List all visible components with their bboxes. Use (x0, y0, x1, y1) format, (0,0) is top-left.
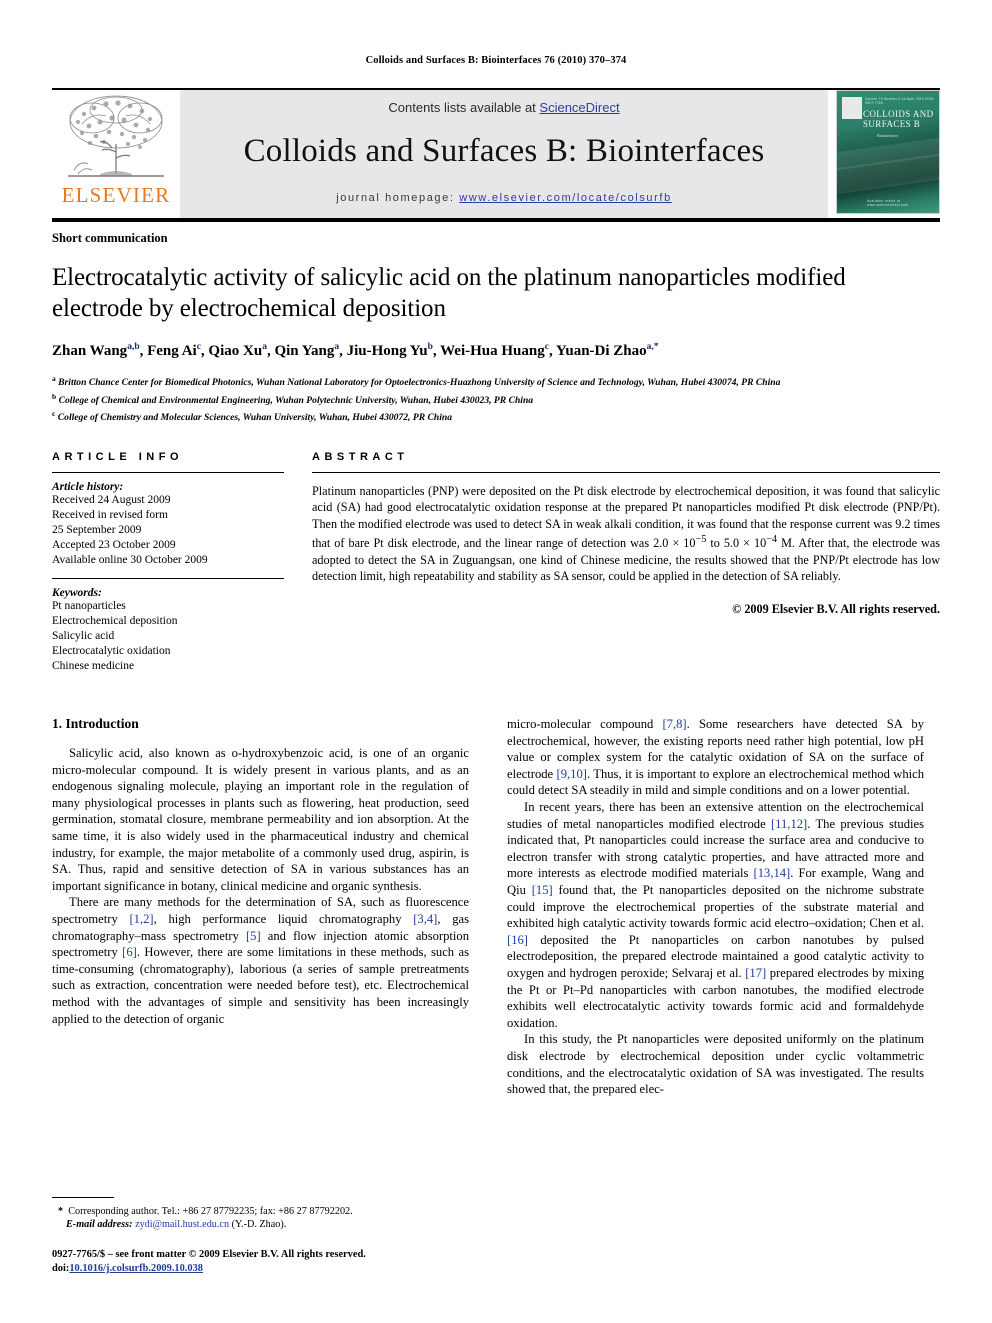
contents-available-line: Contents lists available at ScienceDirec… (388, 100, 619, 115)
article-info-label: ARTICLE INFO (52, 451, 183, 464)
cover-footer: Available online at www.sciencedirect.co… (867, 199, 909, 207)
paper-page: Colloids and Surfaces B: Biointerfaces 7… (0, 0, 992, 1323)
doi-link[interactable]: 10.1016/j.colsurfb.2009.10.038 (69, 1263, 203, 1274)
affil-mark-b: b (52, 391, 57, 401)
keywords-heading: Keywords: (52, 587, 102, 600)
abstract-rule (312, 472, 940, 474)
journal-homepage-link[interactable]: www.elsevier.com/locate/colsurfb (459, 192, 672, 204)
article-type-label: Short communication (52, 231, 168, 245)
footnote-rule (52, 1196, 114, 1198)
elsevier-tree-icon (68, 95, 164, 177)
journal-homepage-line: journal homepage: www.elsevier.com/locat… (336, 192, 672, 204)
history-line: Received 24 August 2009 (52, 494, 171, 507)
elsevier-wordmark: ELSEVIER (61, 183, 171, 207)
journal-cover-thumbnail: Volume 76 Number 2 15 April 2010 ISSN 09… (828, 90, 940, 218)
keyword-item: Chinese medicine (52, 660, 135, 673)
article-info-column: ARTICLE INFO Article history: Received 2… (52, 451, 284, 674)
paragraph: There are many methods for the determina… (52, 895, 470, 1026)
info-abstract-row: ARTICLE INFO Article history: Received 2… (52, 451, 940, 674)
history-line: Accepted 23 October 2009 (52, 539, 176, 552)
footnote-block: * Corresponding author. Tel.: +86 27 877… (52, 1196, 469, 1276)
section-heading-introduction: 1. Introduction (52, 716, 139, 732)
keyword-item: Electrocatalytic oxidation (52, 645, 171, 658)
journal-title: Colloids and Surfaces B: Biointerfaces (243, 133, 765, 169)
body-columns: 1. Introduction Salicylic acid, also kno… (52, 716, 940, 1276)
affiliation-b: b College of Chemical and Environmental … (52, 390, 940, 408)
history-line: Received in revised form (52, 509, 168, 522)
body-right-column: micro-molecular compound [7,8]. Some res… (507, 716, 924, 1276)
keywords-block: Keywords: Pt nanoparticles Electrochemic… (52, 578, 284, 674)
keyword-item: Salicylic acid (52, 630, 115, 643)
homepage-prefix: journal homepage: (336, 192, 460, 204)
abstract-text: Platinum nanoparticles (PNP) were deposi… (312, 484, 940, 584)
history-line: Available online 30 October 2009 (52, 554, 208, 567)
corresponding-author-note: * Corresponding author. Tel.: +86 27 877… (58, 1205, 353, 1217)
doi-prefix: doi: (52, 1263, 70, 1275)
affiliation-c: c College of Chemistry and Molecular Sci… (52, 407, 940, 425)
article-header: Short communication Electrocatalytic act… (52, 222, 940, 425)
elsevier-logo: ELSEVIER (52, 90, 180, 218)
abstract-label: ABSTRACT (312, 451, 409, 464)
body-left-column: 1. Introduction Salicylic acid, also kno… (52, 716, 469, 1276)
paragraph: In recent years, there has been an exten… (507, 800, 925, 1030)
history-line: 25 September 2009 (52, 524, 142, 537)
article-info-rule (52, 472, 284, 474)
contents-prefix: Contents lists available at (388, 100, 540, 115)
affiliation-b-text: College of Chemical and Environmental En… (58, 394, 534, 406)
cover-title: COLLOIDS AND SURFACES B (863, 109, 934, 129)
page-title: Electrocatalytic activity of salicylic a… (52, 264, 846, 322)
cover-image: Volume 76 Number 2 15 April 2010 ISSN 09… (836, 90, 940, 214)
abstract-copyright: © 2009 Elsevier B.V. All rights reserved… (732, 601, 940, 616)
keyword-item: Pt nanoparticles (52, 600, 126, 613)
affiliation-a: a Britton Chance Center for Biomedical P… (52, 372, 940, 390)
keyword-item: Electrochemical deposition (52, 615, 178, 628)
cover-top-line: Volume 76 Number 2 15 April 2010 ISSN 09… (865, 97, 934, 105)
affiliation-c-text: College of Chemistry and Molecular Scien… (57, 412, 453, 424)
abstract-column: ABSTRACT Platinum nanoparticles (PNP) we… (312, 451, 940, 674)
affiliation-list: a Britton Chance Center for Biomedical P… (52, 372, 940, 425)
paragraph: micro-molecular compound [7,8]. Some res… (507, 717, 925, 798)
doi-line: doi:10.1016/j.colsurfb.2009.10.038 (52, 1262, 469, 1276)
article-history-heading: Article history: (52, 481, 124, 494)
journal-banner: Contents lists available at ScienceDirec… (180, 90, 828, 218)
issn-copyright-block: 0927-7765/$ – see front matter © 2009 El… (52, 1248, 469, 1276)
cover-publisher-chip (842, 97, 862, 119)
keywords-rule (52, 578, 284, 580)
affil-mark-a: a (52, 374, 56, 383)
paragraph: Salicylic acid, also known as o-hydroxyb… (52, 746, 469, 893)
journal-masthead: ELSEVIER Contents lists available at Sci… (52, 90, 940, 218)
paragraph: In this study, the Pt nanoparticles were… (507, 1032, 924, 1097)
email-note: E-mail address: zydi@mail.hust.edu.cn (Y… (66, 1219, 287, 1231)
cover-subtitle: Biointerfaces (877, 133, 899, 138)
author-list: Zhan Wanga,b, Feng Aic, Qiao Xua, Qin Ya… (52, 342, 659, 359)
affiliation-a-text: Britton Chance Center for Biomedical Pho… (58, 377, 781, 389)
running-head: Colloids and Surfaces B: Biointerfaces 7… (365, 55, 627, 66)
sciencedirect-link[interactable]: ScienceDirect (539, 100, 619, 115)
affil-mark-c: c (52, 409, 56, 419)
issn-line: 0927-7765/$ – see front matter © 2009 El… (52, 1249, 366, 1261)
